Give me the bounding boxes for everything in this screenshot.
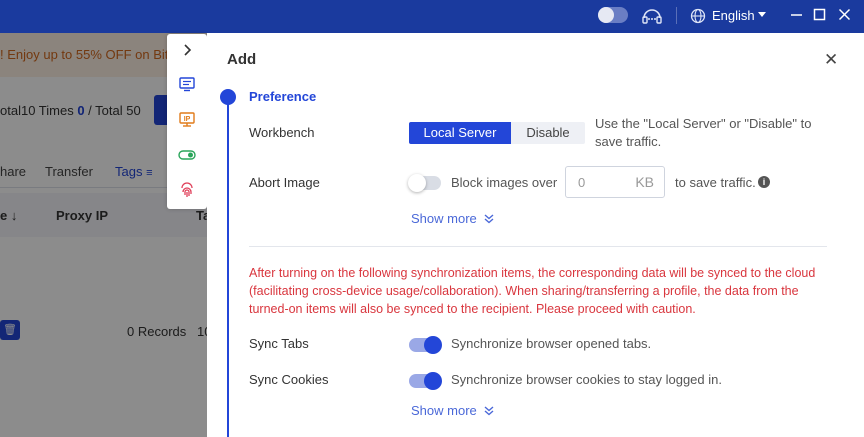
maximize-icon[interactable]: [813, 8, 826, 21]
switch-knob: [424, 372, 442, 390]
svg-text:IP: IP: [184, 116, 191, 123]
theme-toggle[interactable]: [598, 7, 628, 23]
workbench-segmented: Local Server Disable: [409, 122, 585, 144]
language-selector[interactable]: English: [712, 8, 755, 23]
abort-image-label: Abort Image: [249, 175, 320, 190]
abort-image-switch[interactable]: [408, 174, 441, 192]
double-chevron-down-icon[interactable]: [484, 406, 494, 416]
image-size-placeholder: 0: [578, 175, 586, 190]
caret-down-icon[interactable]: [758, 12, 766, 17]
show-more-link-2[interactable]: Show more: [411, 403, 477, 418]
chevron-right-icon[interactable]: [178, 41, 196, 59]
add-profile-modal: Add ✕ Preference Workbench Local Server …: [207, 33, 864, 437]
workbench-label: Workbench: [249, 125, 315, 140]
abort-image-prefix: Block images over: [451, 175, 558, 190]
topbar-separator: [676, 7, 677, 24]
close-icon[interactable]: ✕: [824, 51, 838, 68]
globe-icon[interactable]: [690, 8, 706, 26]
toggle-icon[interactable]: [178, 146, 196, 164]
section-title: Preference: [249, 89, 317, 104]
image-size-input[interactable]: 0 KB: [565, 166, 665, 198]
window-close-icon[interactable]: [838, 8, 851, 21]
sync-tabs-desc: Synchronize browser opened tabs.: [451, 336, 652, 351]
sync-tabs-switch[interactable]: [409, 336, 442, 354]
workbench-hint: Use the "Local Server" or "Disable" to s…: [595, 116, 812, 149]
sync-cookies-desc: Synchronize browser cookies to stay logg…: [451, 372, 722, 387]
sync-tabs-label: Sync Tabs: [249, 336, 309, 351]
minimize-icon[interactable]: [790, 8, 803, 21]
fingerprint-icon[interactable]: [178, 181, 196, 199]
abort-image-suffix: to save traffic.: [675, 175, 756, 190]
ip-icon[interactable]: IP: [178, 110, 196, 128]
info-icon[interactable]: i: [758, 176, 770, 188]
headset-icon[interactable]: [641, 7, 663, 27]
workbench-local-server-option[interactable]: Local Server: [409, 122, 511, 144]
image-size-unit: KB: [635, 174, 654, 190]
show-more-link[interactable]: Show more: [411, 211, 477, 226]
monitor-icon[interactable]: [178, 75, 196, 93]
timeline-line: [227, 96, 229, 437]
toggle-knob: [598, 7, 614, 23]
workbench-disable-option[interactable]: Disable: [511, 122, 585, 144]
sync-cookies-label: Sync Cookies: [249, 372, 329, 387]
switch-knob: [408, 174, 426, 192]
title-bar: English: [0, 0, 864, 33]
modal-title: Add: [227, 51, 257, 68]
section-divider: [249, 246, 827, 247]
switch-knob: [424, 336, 442, 354]
double-chevron-down-icon[interactable]: [484, 214, 494, 224]
timeline-dot: [220, 89, 236, 105]
side-toolbar: IP: [167, 34, 207, 209]
sync-cookies-switch[interactable]: [409, 372, 442, 390]
sync-warning: After turning on the following synchroni…: [249, 266, 816, 316]
